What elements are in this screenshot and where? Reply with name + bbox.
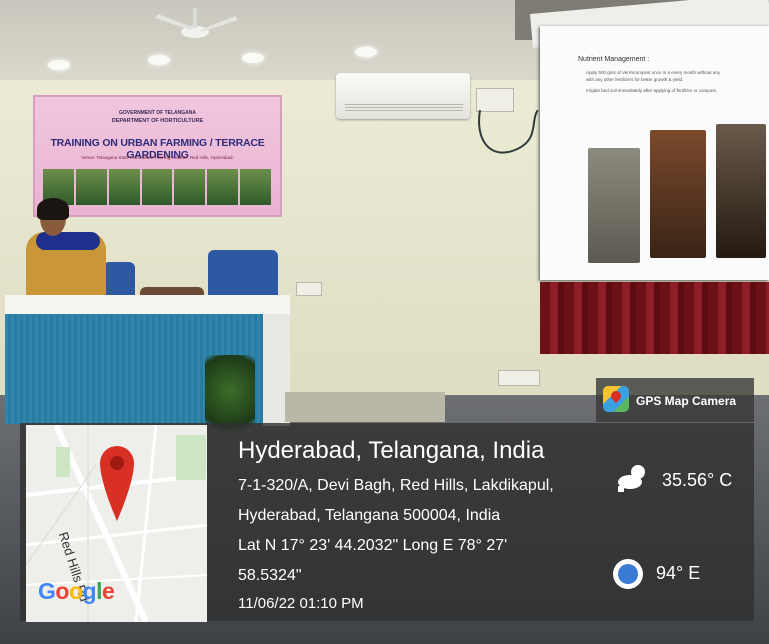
banner-venue: Venue: Telangana State Horticulture Trai…	[81, 155, 234, 160]
map-pin-icon	[100, 446, 134, 521]
banner-dept-line1: GOVERNMENT OF TELANGANA	[119, 110, 196, 116]
coordinates-line-2: 58.5324"	[238, 567, 302, 584]
slide-bullet: Irrigate bed soil immediately after appl…	[586, 88, 718, 93]
compass-dial	[618, 564, 638, 584]
ceiling-light	[355, 47, 377, 57]
photo-scene: GOVERNMENT OF TELANGANA DEPARTMENT OF HO…	[0, 0, 769, 644]
cloud-sun-icon	[618, 465, 645, 492]
location-city: Hyderabad, Telangana, India	[238, 437, 545, 464]
slide-title: Nutrient Management :	[578, 56, 650, 63]
curtain	[540, 282, 769, 354]
slide-image	[650, 130, 706, 258]
wall-socket	[498, 370, 540, 386]
banner-photo-strip	[43, 169, 272, 205]
temperature: 35.56° C	[662, 470, 733, 490]
floor-step	[285, 392, 445, 422]
training-banner: GOVERNMENT OF TELANGANA DEPARTMENT OF HO…	[33, 95, 282, 217]
address-line-1: 7-1-320/A, Devi Bagh, Red Hills, Lakdika…	[238, 477, 554, 494]
slide-bullet: Apply 500 gms of Vermicompost once in a …	[586, 70, 721, 75]
coordinates-line-1: Lat N 17° 23' 44.2032" Long E 78° 27'	[238, 537, 508, 554]
slide-image	[588, 148, 640, 263]
banner-dept-line2: DEPARTMENT OF HORTICULTURE	[111, 118, 204, 124]
slide-image	[716, 124, 766, 258]
person-hair	[37, 198, 69, 220]
ceiling-light	[148, 55, 170, 65]
address-line-2: Hyderabad, Telangana 500004, India	[238, 507, 501, 524]
ceiling-light	[242, 53, 264, 63]
person-scarf	[36, 232, 100, 250]
ac-vent	[345, 104, 463, 113]
compass-heading: 94° E	[656, 563, 701, 583]
app-name: GPS Map Camera	[636, 394, 737, 408]
desk-top	[5, 295, 290, 315]
ceiling-light	[48, 60, 70, 70]
google-logo: Google	[38, 578, 115, 604]
ceiling-fan	[155, 8, 238, 38]
timestamp: 11/06/22 01:10 PM	[238, 595, 364, 612]
wall-socket	[476, 88, 514, 112]
wall-socket	[296, 282, 322, 296]
slide-bullet: with any other fertilizers for better gr…	[586, 77, 684, 82]
cables	[478, 110, 539, 154]
